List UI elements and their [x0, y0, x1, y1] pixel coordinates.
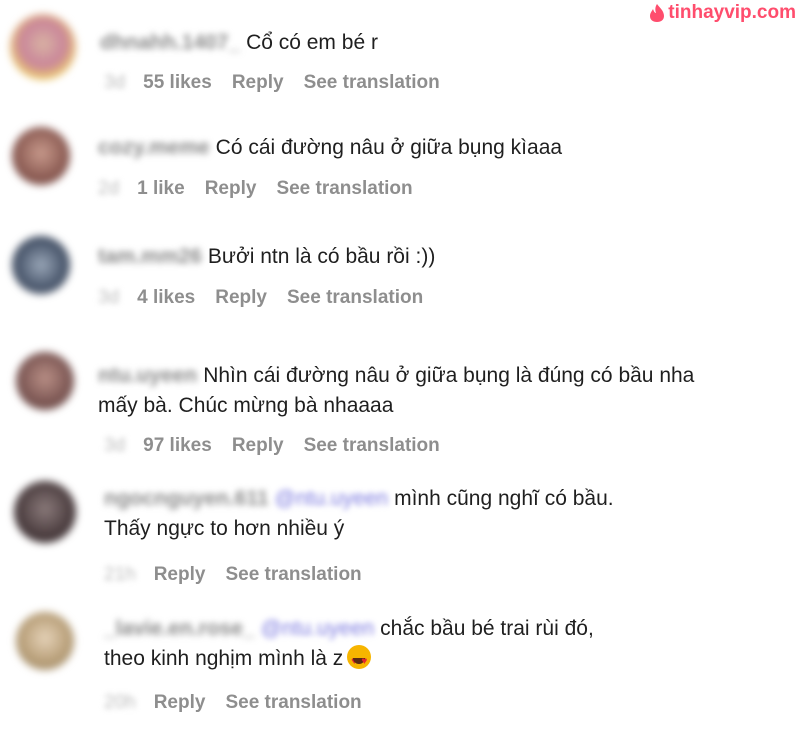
- flame-icon: [650, 4, 665, 22]
- see-translation-button[interactable]: See translation: [225, 564, 361, 586]
- reply-button[interactable]: Reply: [232, 435, 284, 457]
- avatar[interactable]: [14, 481, 76, 543]
- comment-username[interactable]: cozy.meme: [98, 136, 210, 159]
- comment-time: 3d: [98, 287, 120, 308]
- comment-text: Cổ có em bé r: [246, 31, 378, 54]
- avatar[interactable]: [16, 352, 74, 410]
- comment-text-line1: chắc bầu bé trai rùi đó,: [380, 617, 594, 640]
- reply-button[interactable]: Reply: [154, 692, 206, 714]
- likes-count[interactable]: 4 likes: [137, 287, 195, 309]
- reply-button[interactable]: Reply: [232, 72, 284, 94]
- watermark-text: tinhayvip.com: [668, 2, 796, 23]
- comment-username[interactable]: ngocnguyen.611: [104, 487, 269, 510]
- likes-count[interactable]: 97 likes: [143, 435, 212, 457]
- site-watermark: tinhayvip.com: [648, 2, 796, 24]
- comment-username[interactable]: ntu.uyeen: [98, 364, 197, 387]
- avatar[interactable]: [12, 127, 70, 185]
- see-translation-button[interactable]: See translation: [276, 178, 412, 200]
- reply-button[interactable]: Reply: [215, 287, 267, 309]
- see-translation-button[interactable]: See translation: [304, 435, 440, 457]
- see-translation-button[interactable]: See translation: [304, 72, 440, 94]
- comment-time: 2d: [98, 178, 120, 199]
- comment-time: 3d: [104, 72, 126, 93]
- comment-text-line2: Thấy ngực to hơn nhiều ý: [104, 517, 345, 540]
- comment-text-line1: Nhìn cái đường nâu ở giữa bụng là đúng c…: [203, 364, 695, 387]
- comment-text-line1: mình cũng nghĩ có bầu.: [394, 487, 614, 510]
- comment-text: Bưởi ntn là có bầu rồi :)): [207, 245, 436, 268]
- see-translation-button[interactable]: See translation: [225, 692, 361, 714]
- avatar[interactable]: [10, 14, 76, 80]
- comment-username[interactable]: _lavie.en.rose_: [104, 617, 255, 640]
- mention-link[interactable]: @ntu.uyeen: [261, 617, 375, 640]
- reply-button[interactable]: Reply: [154, 564, 206, 586]
- mention-link[interactable]: @ntu.uyeen: [275, 487, 389, 510]
- likes-count[interactable]: 55 likes: [143, 72, 212, 94]
- comment-time: 3d: [104, 435, 126, 456]
- avatar[interactable]: [16, 612, 74, 670]
- likes-count[interactable]: 1 like: [137, 178, 185, 200]
- comment-text-line2: mấy bà. Chúc mừng bà nhaaaa: [98, 394, 394, 417]
- avatar[interactable]: [12, 236, 70, 294]
- see-translation-button[interactable]: See translation: [287, 287, 423, 309]
- heart-eyes-icon: [347, 645, 372, 677]
- comment-time: 20h: [104, 692, 136, 713]
- comment-text: Có cái đường nâu ở giữa bụng kìaaa: [215, 136, 563, 159]
- reply-button[interactable]: Reply: [205, 178, 257, 200]
- comment-username[interactable]: dhnahh.1407_: [100, 31, 240, 54]
- comment-username[interactable]: tam.mm26: [98, 245, 202, 268]
- comment-text-line2: theo kinh nghịm mình là z: [104, 647, 344, 670]
- comment-time: 21h: [104, 564, 136, 585]
